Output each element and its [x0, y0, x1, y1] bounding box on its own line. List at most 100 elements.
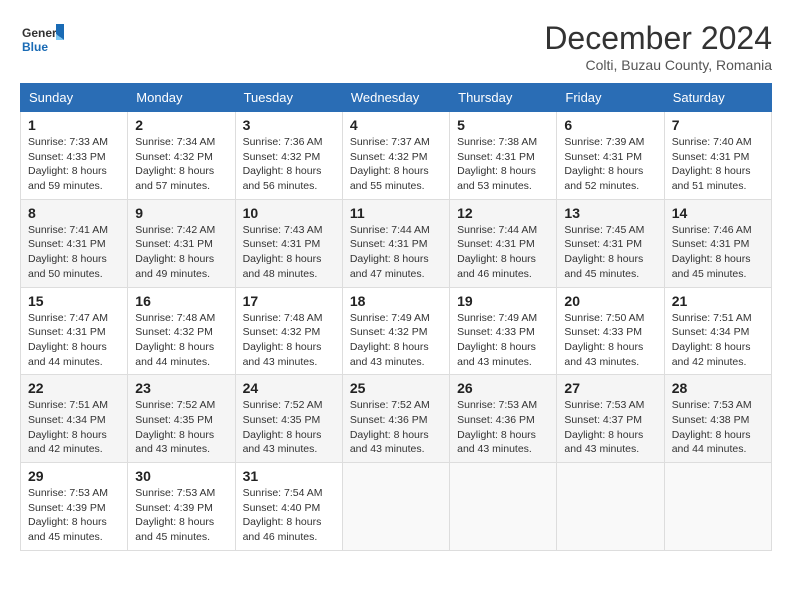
- table-row: 7 Sunrise: 7:40 AMSunset: 4:31 PMDayligh…: [664, 112, 771, 200]
- day-number: 6: [564, 117, 656, 133]
- day-number: 28: [672, 380, 764, 396]
- day-detail: Sunrise: 7:50 AMSunset: 4:33 PMDaylight:…: [564, 312, 644, 368]
- calendar-week-row: 15 Sunrise: 7:47 AMSunset: 4:31 PMDaylig…: [21, 287, 772, 375]
- table-row: [664, 463, 771, 551]
- day-detail: Sunrise: 7:48 AMSunset: 4:32 PMDaylight:…: [243, 312, 323, 368]
- day-number: 15: [28, 293, 120, 309]
- day-number: 20: [564, 293, 656, 309]
- logo: General Blue: [20, 20, 64, 64]
- day-detail: Sunrise: 7:38 AMSunset: 4:31 PMDaylight:…: [457, 136, 537, 192]
- table-row: 14 Sunrise: 7:46 AMSunset: 4:31 PMDaylig…: [664, 199, 771, 287]
- day-detail: Sunrise: 7:34 AMSunset: 4:32 PMDaylight:…: [135, 136, 215, 192]
- day-number: 24: [243, 380, 335, 396]
- day-number: 23: [135, 380, 227, 396]
- table-row: 15 Sunrise: 7:47 AMSunset: 4:31 PMDaylig…: [21, 287, 128, 375]
- day-number: 30: [135, 468, 227, 484]
- day-detail: Sunrise: 7:46 AMSunset: 4:31 PMDaylight:…: [672, 224, 752, 280]
- col-saturday: Saturday: [664, 84, 771, 112]
- day-number: 26: [457, 380, 549, 396]
- day-number: 29: [28, 468, 120, 484]
- day-detail: Sunrise: 7:44 AMSunset: 4:31 PMDaylight:…: [350, 224, 430, 280]
- table-row: 30 Sunrise: 7:53 AMSunset: 4:39 PMDaylig…: [128, 463, 235, 551]
- table-row: [557, 463, 664, 551]
- day-detail: Sunrise: 7:51 AMSunset: 4:34 PMDaylight:…: [28, 399, 108, 455]
- col-monday: Monday: [128, 84, 235, 112]
- table-row: 3 Sunrise: 7:36 AMSunset: 4:32 PMDayligh…: [235, 112, 342, 200]
- day-detail: Sunrise: 7:37 AMSunset: 4:32 PMDaylight:…: [350, 136, 430, 192]
- day-detail: Sunrise: 7:36 AMSunset: 4:32 PMDaylight:…: [243, 136, 323, 192]
- table-row: 26 Sunrise: 7:53 AMSunset: 4:36 PMDaylig…: [450, 375, 557, 463]
- table-row: 4 Sunrise: 7:37 AMSunset: 4:32 PMDayligh…: [342, 112, 449, 200]
- day-number: 3: [243, 117, 335, 133]
- day-number: 1: [28, 117, 120, 133]
- day-number: 7: [672, 117, 764, 133]
- table-row: 10 Sunrise: 7:43 AMSunset: 4:31 PMDaylig…: [235, 199, 342, 287]
- day-number: 21: [672, 293, 764, 309]
- table-row: 5 Sunrise: 7:38 AMSunset: 4:31 PMDayligh…: [450, 112, 557, 200]
- table-row: 17 Sunrise: 7:48 AMSunset: 4:32 PMDaylig…: [235, 287, 342, 375]
- day-detail: Sunrise: 7:53 AMSunset: 4:39 PMDaylight:…: [135, 487, 215, 543]
- table-row: 12 Sunrise: 7:44 AMSunset: 4:31 PMDaylig…: [450, 199, 557, 287]
- table-row: 13 Sunrise: 7:45 AMSunset: 4:31 PMDaylig…: [557, 199, 664, 287]
- day-number: 14: [672, 205, 764, 221]
- table-row: 2 Sunrise: 7:34 AMSunset: 4:32 PMDayligh…: [128, 112, 235, 200]
- day-detail: Sunrise: 7:40 AMSunset: 4:31 PMDaylight:…: [672, 136, 752, 192]
- day-detail: Sunrise: 7:43 AMSunset: 4:31 PMDaylight:…: [243, 224, 323, 280]
- day-detail: Sunrise: 7:48 AMSunset: 4:32 PMDaylight:…: [135, 312, 215, 368]
- table-row: 22 Sunrise: 7:51 AMSunset: 4:34 PMDaylig…: [21, 375, 128, 463]
- day-detail: Sunrise: 7:52 AMSunset: 4:35 PMDaylight:…: [243, 399, 323, 455]
- table-row: [342, 463, 449, 551]
- day-detail: Sunrise: 7:49 AMSunset: 4:33 PMDaylight:…: [457, 312, 537, 368]
- col-tuesday: Tuesday: [235, 84, 342, 112]
- day-detail: Sunrise: 7:52 AMSunset: 4:36 PMDaylight:…: [350, 399, 430, 455]
- day-number: 27: [564, 380, 656, 396]
- day-number: 19: [457, 293, 549, 309]
- table-row: 6 Sunrise: 7:39 AMSunset: 4:31 PMDayligh…: [557, 112, 664, 200]
- table-row: 23 Sunrise: 7:52 AMSunset: 4:35 PMDaylig…: [128, 375, 235, 463]
- day-detail: Sunrise: 7:39 AMSunset: 4:31 PMDaylight:…: [564, 136, 644, 192]
- day-number: 25: [350, 380, 442, 396]
- table-row: 18 Sunrise: 7:49 AMSunset: 4:32 PMDaylig…: [342, 287, 449, 375]
- table-row: 19 Sunrise: 7:49 AMSunset: 4:33 PMDaylig…: [450, 287, 557, 375]
- day-number: 13: [564, 205, 656, 221]
- table-row: [450, 463, 557, 551]
- table-row: 25 Sunrise: 7:52 AMSunset: 4:36 PMDaylig…: [342, 375, 449, 463]
- calendar-week-row: 29 Sunrise: 7:53 AMSunset: 4:39 PMDaylig…: [21, 463, 772, 551]
- table-row: 29 Sunrise: 7:53 AMSunset: 4:39 PMDaylig…: [21, 463, 128, 551]
- day-number: 17: [243, 293, 335, 309]
- day-detail: Sunrise: 7:44 AMSunset: 4:31 PMDaylight:…: [457, 224, 537, 280]
- day-detail: Sunrise: 7:51 AMSunset: 4:34 PMDaylight:…: [672, 312, 752, 368]
- calendar-week-row: 1 Sunrise: 7:33 AMSunset: 4:33 PMDayligh…: [21, 112, 772, 200]
- table-row: 16 Sunrise: 7:48 AMSunset: 4:32 PMDaylig…: [128, 287, 235, 375]
- day-detail: Sunrise: 7:41 AMSunset: 4:31 PMDaylight:…: [28, 224, 108, 280]
- table-row: 27 Sunrise: 7:53 AMSunset: 4:37 PMDaylig…: [557, 375, 664, 463]
- svg-text:Blue: Blue: [22, 40, 48, 54]
- calendar-table: Sunday Monday Tuesday Wednesday Thursday…: [20, 83, 772, 551]
- day-number: 16: [135, 293, 227, 309]
- calendar-week-row: 8 Sunrise: 7:41 AMSunset: 4:31 PMDayligh…: [21, 199, 772, 287]
- day-number: 10: [243, 205, 335, 221]
- day-detail: Sunrise: 7:53 AMSunset: 4:38 PMDaylight:…: [672, 399, 752, 455]
- day-detail: Sunrise: 7:53 AMSunset: 4:36 PMDaylight:…: [457, 399, 537, 455]
- table-row: 9 Sunrise: 7:42 AMSunset: 4:31 PMDayligh…: [128, 199, 235, 287]
- day-detail: Sunrise: 7:53 AMSunset: 4:37 PMDaylight:…: [564, 399, 644, 455]
- day-number: 11: [350, 205, 442, 221]
- day-detail: Sunrise: 7:52 AMSunset: 4:35 PMDaylight:…: [135, 399, 215, 455]
- table-row: 20 Sunrise: 7:50 AMSunset: 4:33 PMDaylig…: [557, 287, 664, 375]
- day-detail: Sunrise: 7:54 AMSunset: 4:40 PMDaylight:…: [243, 487, 323, 543]
- col-wednesday: Wednesday: [342, 84, 449, 112]
- calendar-week-row: 22 Sunrise: 7:51 AMSunset: 4:34 PMDaylig…: [21, 375, 772, 463]
- day-number: 12: [457, 205, 549, 221]
- day-number: 9: [135, 205, 227, 221]
- table-row: 1 Sunrise: 7:33 AMSunset: 4:33 PMDayligh…: [21, 112, 128, 200]
- table-row: 24 Sunrise: 7:52 AMSunset: 4:35 PMDaylig…: [235, 375, 342, 463]
- day-number: 8: [28, 205, 120, 221]
- day-number: 18: [350, 293, 442, 309]
- table-row: 8 Sunrise: 7:41 AMSunset: 4:31 PMDayligh…: [21, 199, 128, 287]
- col-friday: Friday: [557, 84, 664, 112]
- title-section: December 2024 Colti, Buzau County, Roman…: [544, 20, 772, 73]
- day-detail: Sunrise: 7:53 AMSunset: 4:39 PMDaylight:…: [28, 487, 108, 543]
- day-detail: Sunrise: 7:45 AMSunset: 4:31 PMDaylight:…: [564, 224, 644, 280]
- day-detail: Sunrise: 7:33 AMSunset: 4:33 PMDaylight:…: [28, 136, 108, 192]
- day-number: 5: [457, 117, 549, 133]
